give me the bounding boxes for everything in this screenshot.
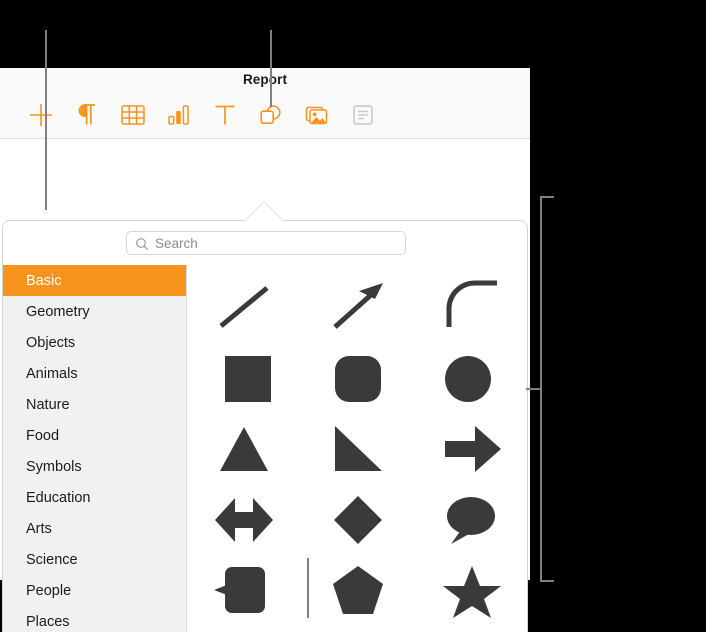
callout-bracket-bottom-arm <box>540 580 554 582</box>
search-row: Search <box>3 221 527 265</box>
sidebar-item-geometry[interactable]: Geometry <box>3 296 186 327</box>
sidebar-item-label: Geometry <box>26 303 90 320</box>
app-window: Report Search Basic Geometry Objects Ani… <box>0 68 530 632</box>
callout-line-shape-button <box>270 30 272 107</box>
toolbar: Report <box>0 68 530 139</box>
shape-cell-square[interactable] <box>187 342 301 413</box>
paragraph-icon <box>75 102 99 128</box>
callout-bracket-stub <box>526 388 542 390</box>
toolbar-media-button[interactable] <box>294 98 340 132</box>
text-icon <box>213 103 237 127</box>
sidebar-item-label: Animals <box>26 365 78 382</box>
shape-cell-diamond[interactable] <box>301 484 415 555</box>
circle-shape-icon <box>439 348 505 408</box>
callout-bracket-top-arm <box>540 196 554 198</box>
comment-icon <box>350 103 376 127</box>
sidebar-item-food[interactable]: Food <box>3 420 186 451</box>
sidebar-item-label: Places <box>26 613 70 630</box>
sidebar-item-label: Science <box>26 551 78 568</box>
shape-cell-circle[interactable] <box>415 342 527 413</box>
chart-icon <box>166 103 192 127</box>
right-triangle-shape-icon <box>325 419 391 479</box>
callout-line-shape-preview <box>307 558 309 618</box>
sidebar-item-animals[interactable]: Animals <box>3 358 186 389</box>
popover-body: Basic Geometry Objects Animals Nature Fo… <box>3 265 527 632</box>
shape-cell-callout[interactable] <box>187 555 301 626</box>
category-sidebar[interactable]: Basic Geometry Objects Animals Nature Fo… <box>3 265 187 632</box>
shape-cell-speech-bubble[interactable] <box>415 484 527 555</box>
shape-cell-curved-line[interactable] <box>415 271 527 342</box>
curved-line-shape-icon <box>439 277 505 337</box>
toolbar-add-button[interactable] <box>18 98 64 132</box>
sidebar-item-nature[interactable]: Nature <box>3 389 186 420</box>
shape-cell-star[interactable] <box>415 555 527 626</box>
sidebar-item-label: Basic <box>26 272 62 289</box>
search-placeholder: Search <box>155 235 198 251</box>
shape-cell-double-arrow[interactable] <box>187 484 301 555</box>
toolbar-paragraph-button[interactable] <box>64 98 110 132</box>
double-arrow-shape-icon <box>211 490 277 550</box>
sidebar-item-places[interactable]: Places <box>3 606 186 632</box>
diamond-shape-icon <box>325 490 391 550</box>
shape-cell-rounded-square[interactable] <box>301 342 415 413</box>
search-input[interactable]: Search <box>126 231 406 255</box>
shapes-grid <box>187 265 527 632</box>
block-arrow-shape-icon <box>439 419 505 479</box>
search-icon <box>135 237 149 256</box>
sidebar-item-basic[interactable]: Basic <box>3 265 186 296</box>
rounded-square-shape-icon <box>325 348 391 408</box>
popover-arrow <box>245 202 283 221</box>
sidebar-item-science[interactable]: Science <box>3 544 186 575</box>
sidebar-item-symbols[interactable]: Symbols <box>3 451 186 482</box>
callout-shape-icon <box>211 561 277 621</box>
sidebar-item-label: People <box>26 582 72 599</box>
window-title: Report <box>242 72 288 87</box>
pentagon-shape-icon <box>325 561 391 621</box>
speech-bubble-shape-icon <box>439 490 505 550</box>
media-icon <box>304 103 330 127</box>
sidebar-item-label: Education <box>26 489 91 506</box>
toolbar-text-button[interactable] <box>202 98 248 132</box>
sidebar-item-label: Objects <box>26 334 76 351</box>
table-icon <box>120 103 146 127</box>
shapes-popover: Search Basic Geometry Objects Animals Na… <box>2 220 528 632</box>
screenshot-root: Report Search Basic Geometry Objects Ani… <box>0 0 706 632</box>
arrow-shape-icon <box>325 277 391 337</box>
shape-cell-triangle[interactable] <box>187 413 301 484</box>
callout-line-category-list <box>45 30 47 210</box>
sidebar-item-arts[interactable]: Arts <box>3 513 186 544</box>
sidebar-item-label: Arts <box>26 520 52 537</box>
sidebar-item-people[interactable]: People <box>3 575 186 606</box>
sidebar-item-label: Nature <box>26 396 70 413</box>
shape-cell-block-arrow[interactable] <box>415 413 527 484</box>
toolbar-comment-button[interactable] <box>340 98 386 132</box>
toolbar-table-button[interactable] <box>110 98 156 132</box>
toolbar-chart-button[interactable] <box>156 98 202 132</box>
square-shape-icon <box>211 348 277 408</box>
shape-cell-line[interactable] <box>187 271 301 342</box>
shape-cell-pentagon[interactable] <box>301 555 415 626</box>
shape-cell-right-triangle[interactable] <box>301 413 415 484</box>
sidebar-item-label: Symbols <box>26 458 82 475</box>
line-shape-icon <box>211 277 277 337</box>
add-icon <box>28 102 54 128</box>
sidebar-item-education[interactable]: Education <box>3 482 186 513</box>
triangle-shape-icon <box>211 419 277 479</box>
shape-cell-arrow[interactable] <box>301 271 415 342</box>
sidebar-item-label: Food <box>26 427 60 444</box>
sidebar-item-objects[interactable]: Objects <box>3 327 186 358</box>
star-shape-icon <box>439 561 505 621</box>
toolbar-button-group <box>18 98 386 132</box>
